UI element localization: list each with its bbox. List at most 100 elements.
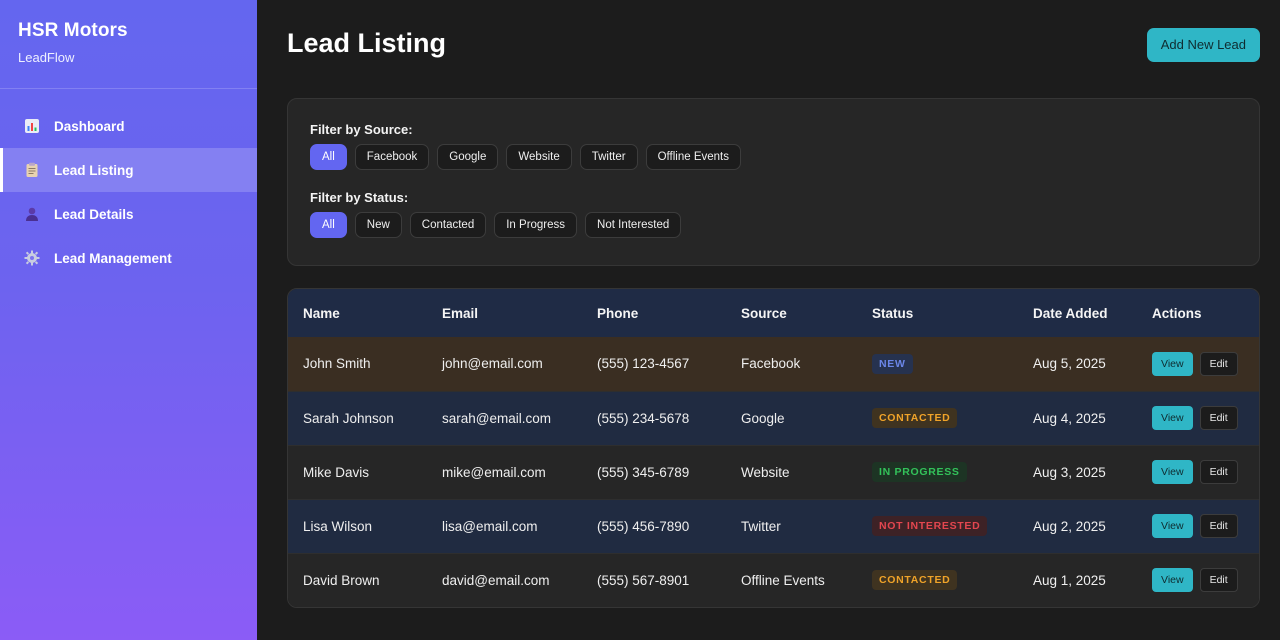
- cell-actions: View Edit: [1137, 552, 1259, 607]
- column-header-actions: Actions: [1152, 305, 1202, 321]
- column-header-phone[interactable]: Phone: [582, 289, 726, 337]
- user-icon: [24, 206, 40, 222]
- cell-status: CONTACTED: [857, 390, 1018, 445]
- cell-phone: (555) 345-6789: [582, 444, 726, 499]
- cell-source: Website: [726, 444, 857, 499]
- cell-status: IN PROGRESS: [857, 444, 1018, 499]
- cell-date: Aug 2, 2025: [1018, 498, 1137, 553]
- table-row[interactable]: John Smith john@email.com (555) 123-4567…: [288, 337, 1259, 391]
- leads-table: Name Email Phone Source Status Date Adde…: [288, 289, 1259, 607]
- status-filter-chips: All New Contacted In Progress Not Intere…: [310, 212, 1237, 238]
- brand-subtitle: LeadFlow: [18, 50, 75, 65]
- sidebar-item-label: Lead Management: [54, 250, 172, 266]
- add-new-lead-button[interactable]: Add New Lead: [1146, 27, 1260, 62]
- view-button[interactable]: View: [1152, 460, 1193, 484]
- status-chip-not-interested[interactable]: Not Interested: [585, 212, 682, 238]
- sidebar-item-label: Lead Listing: [54, 162, 134, 178]
- sidebar-item-lead-listing[interactable]: Lead Listing: [0, 148, 257, 192]
- status-badge: NOT INTERESTED: [872, 516, 988, 536]
- sidebar-item-lead-management[interactable]: Lead Management: [0, 236, 257, 280]
- clipboard-icon: [24, 162, 40, 178]
- table-row[interactable]: Sarah Johnson sarah@email.com (555) 234-…: [288, 390, 1259, 445]
- status-filter-label: Filter by Status:: [310, 190, 409, 205]
- sidebar: HSR Motors LeadFlow Dashboard Lead Listi…: [0, 0, 257, 640]
- source-chip-google[interactable]: Google: [437, 144, 499, 170]
- table-row[interactable]: David Brown david@email.com (555) 567-89…: [288, 552, 1259, 607]
- bar-chart-icon: [24, 118, 40, 134]
- topbar: Lead Listing Add New Lead: [287, 0, 1260, 89]
- source-chip-twitter[interactable]: Twitter: [579, 144, 638, 170]
- cell-email: david@email.com: [427, 552, 582, 607]
- table-row[interactable]: Lisa Wilson lisa@email.com (555) 456-789…: [288, 498, 1259, 553]
- column-header-date-added[interactable]: Date Added: [1018, 289, 1137, 337]
- cell-email: sarah@email.com: [427, 390, 582, 445]
- page-title: Lead Listing: [287, 28, 447, 58]
- cell-name: Lisa Wilson: [288, 498, 427, 553]
- cell-actions: View Edit: [1137, 390, 1259, 445]
- table-row[interactable]: Mike Davis mike@email.com (555) 345-6789…: [288, 444, 1259, 499]
- sidebar-item-label: Lead Details: [54, 206, 134, 222]
- brand: HSR Motors LeadFlow: [0, 0, 257, 89]
- status-chip-contacted[interactable]: Contacted: [409, 212, 487, 238]
- source-chip-all[interactable]: All: [310, 144, 347, 170]
- column-header-status[interactable]: Status: [857, 289, 1018, 337]
- status-chip-new[interactable]: New: [354, 212, 402, 238]
- cell-actions: View Edit: [1137, 337, 1259, 391]
- source-filter-chips: All Facebook Google Website Twitter Offl…: [310, 144, 1237, 170]
- source-filter-label: Filter by Source:: [310, 122, 413, 137]
- brand-title: HSR Motors: [18, 20, 128, 41]
- cell-status: NEW: [857, 337, 1018, 391]
- column-header-email[interactable]: Email: [427, 289, 582, 337]
- cell-phone: (555) 123-4567: [597, 356, 690, 372]
- cell-status: CONTACTED: [857, 552, 1018, 607]
- sidebar-item-lead-details[interactable]: Lead Details: [0, 192, 257, 236]
- cell-name: David Brown: [288, 552, 427, 607]
- gear-icon: [24, 250, 40, 266]
- cell-name: John Smith: [303, 356, 371, 372]
- app-root: HSR Motors LeadFlow Dashboard Lead Listi…: [0, 0, 1280, 640]
- cell-name: Sarah Johnson: [288, 390, 427, 445]
- column-header-source[interactable]: Source: [726, 289, 857, 337]
- view-button[interactable]: View: [1152, 351, 1193, 376]
- cell-date: Aug 1, 2025: [1018, 552, 1137, 607]
- sidebar-item-label: Dashboard: [54, 118, 125, 134]
- source-chip-facebook[interactable]: Facebook: [354, 144, 430, 170]
- cell-email: lisa@email.com: [427, 498, 582, 553]
- view-button[interactable]: View: [1152, 568, 1193, 593]
- status-chip-all[interactable]: All: [310, 212, 347, 238]
- edit-button[interactable]: Edit: [1199, 460, 1238, 484]
- edit-button[interactable]: Edit: [1199, 514, 1238, 538]
- status-chip-in-progress[interactable]: In Progress: [494, 212, 578, 238]
- main-content: Lead Listing Add New Lead Filter by Sour…: [257, 0, 1280, 640]
- sidebar-nav: Dashboard Lead Listing Lead Details Lead…: [0, 89, 257, 280]
- cell-date: Aug 3, 2025: [1018, 444, 1137, 499]
- cell-source: Offline Events: [726, 552, 857, 607]
- status-badge: CONTACTED: [872, 408, 958, 428]
- edit-button[interactable]: Edit: [1199, 351, 1238, 376]
- sidebar-item-dashboard[interactable]: Dashboard: [0, 104, 257, 148]
- leads-table-container: Name Email Phone Source Status Date Adde…: [287, 288, 1260, 608]
- source-chip-website[interactable]: Website: [506, 144, 572, 170]
- edit-button[interactable]: Edit: [1199, 406, 1238, 430]
- table-body: John Smith john@email.com (555) 123-4567…: [288, 337, 1259, 607]
- status-badge: NEW: [872, 353, 913, 374]
- cell-actions: View Edit: [1137, 444, 1259, 499]
- view-button[interactable]: View: [1152, 406, 1193, 430]
- cell-source: Facebook: [741, 356, 801, 372]
- column-header-name[interactable]: Name: [288, 289, 427, 337]
- cell-name: Mike Davis: [288, 444, 427, 499]
- cell-date: Aug 4, 2025: [1018, 390, 1137, 445]
- status-badge: CONTACTED: [872, 570, 958, 591]
- view-button[interactable]: View: [1152, 514, 1193, 538]
- edit-button[interactable]: Edit: [1199, 568, 1238, 593]
- cell-email: mike@email.com: [427, 444, 582, 499]
- cell-status: NOT INTERESTED: [857, 498, 1018, 553]
- status-badge: IN PROGRESS: [872, 462, 967, 482]
- cell-phone: (555) 567-8901: [582, 552, 726, 607]
- cell-source: Twitter: [726, 498, 857, 553]
- filters-panel: Filter by Source: All Facebook Google We…: [287, 98, 1260, 266]
- source-chip-offline-events[interactable]: Offline Events: [645, 144, 741, 170]
- cell-source: Google: [726, 390, 857, 445]
- cell-phone: (555) 456-7890: [582, 498, 726, 553]
- cell-date: Aug 5, 2025: [1033, 356, 1106, 372]
